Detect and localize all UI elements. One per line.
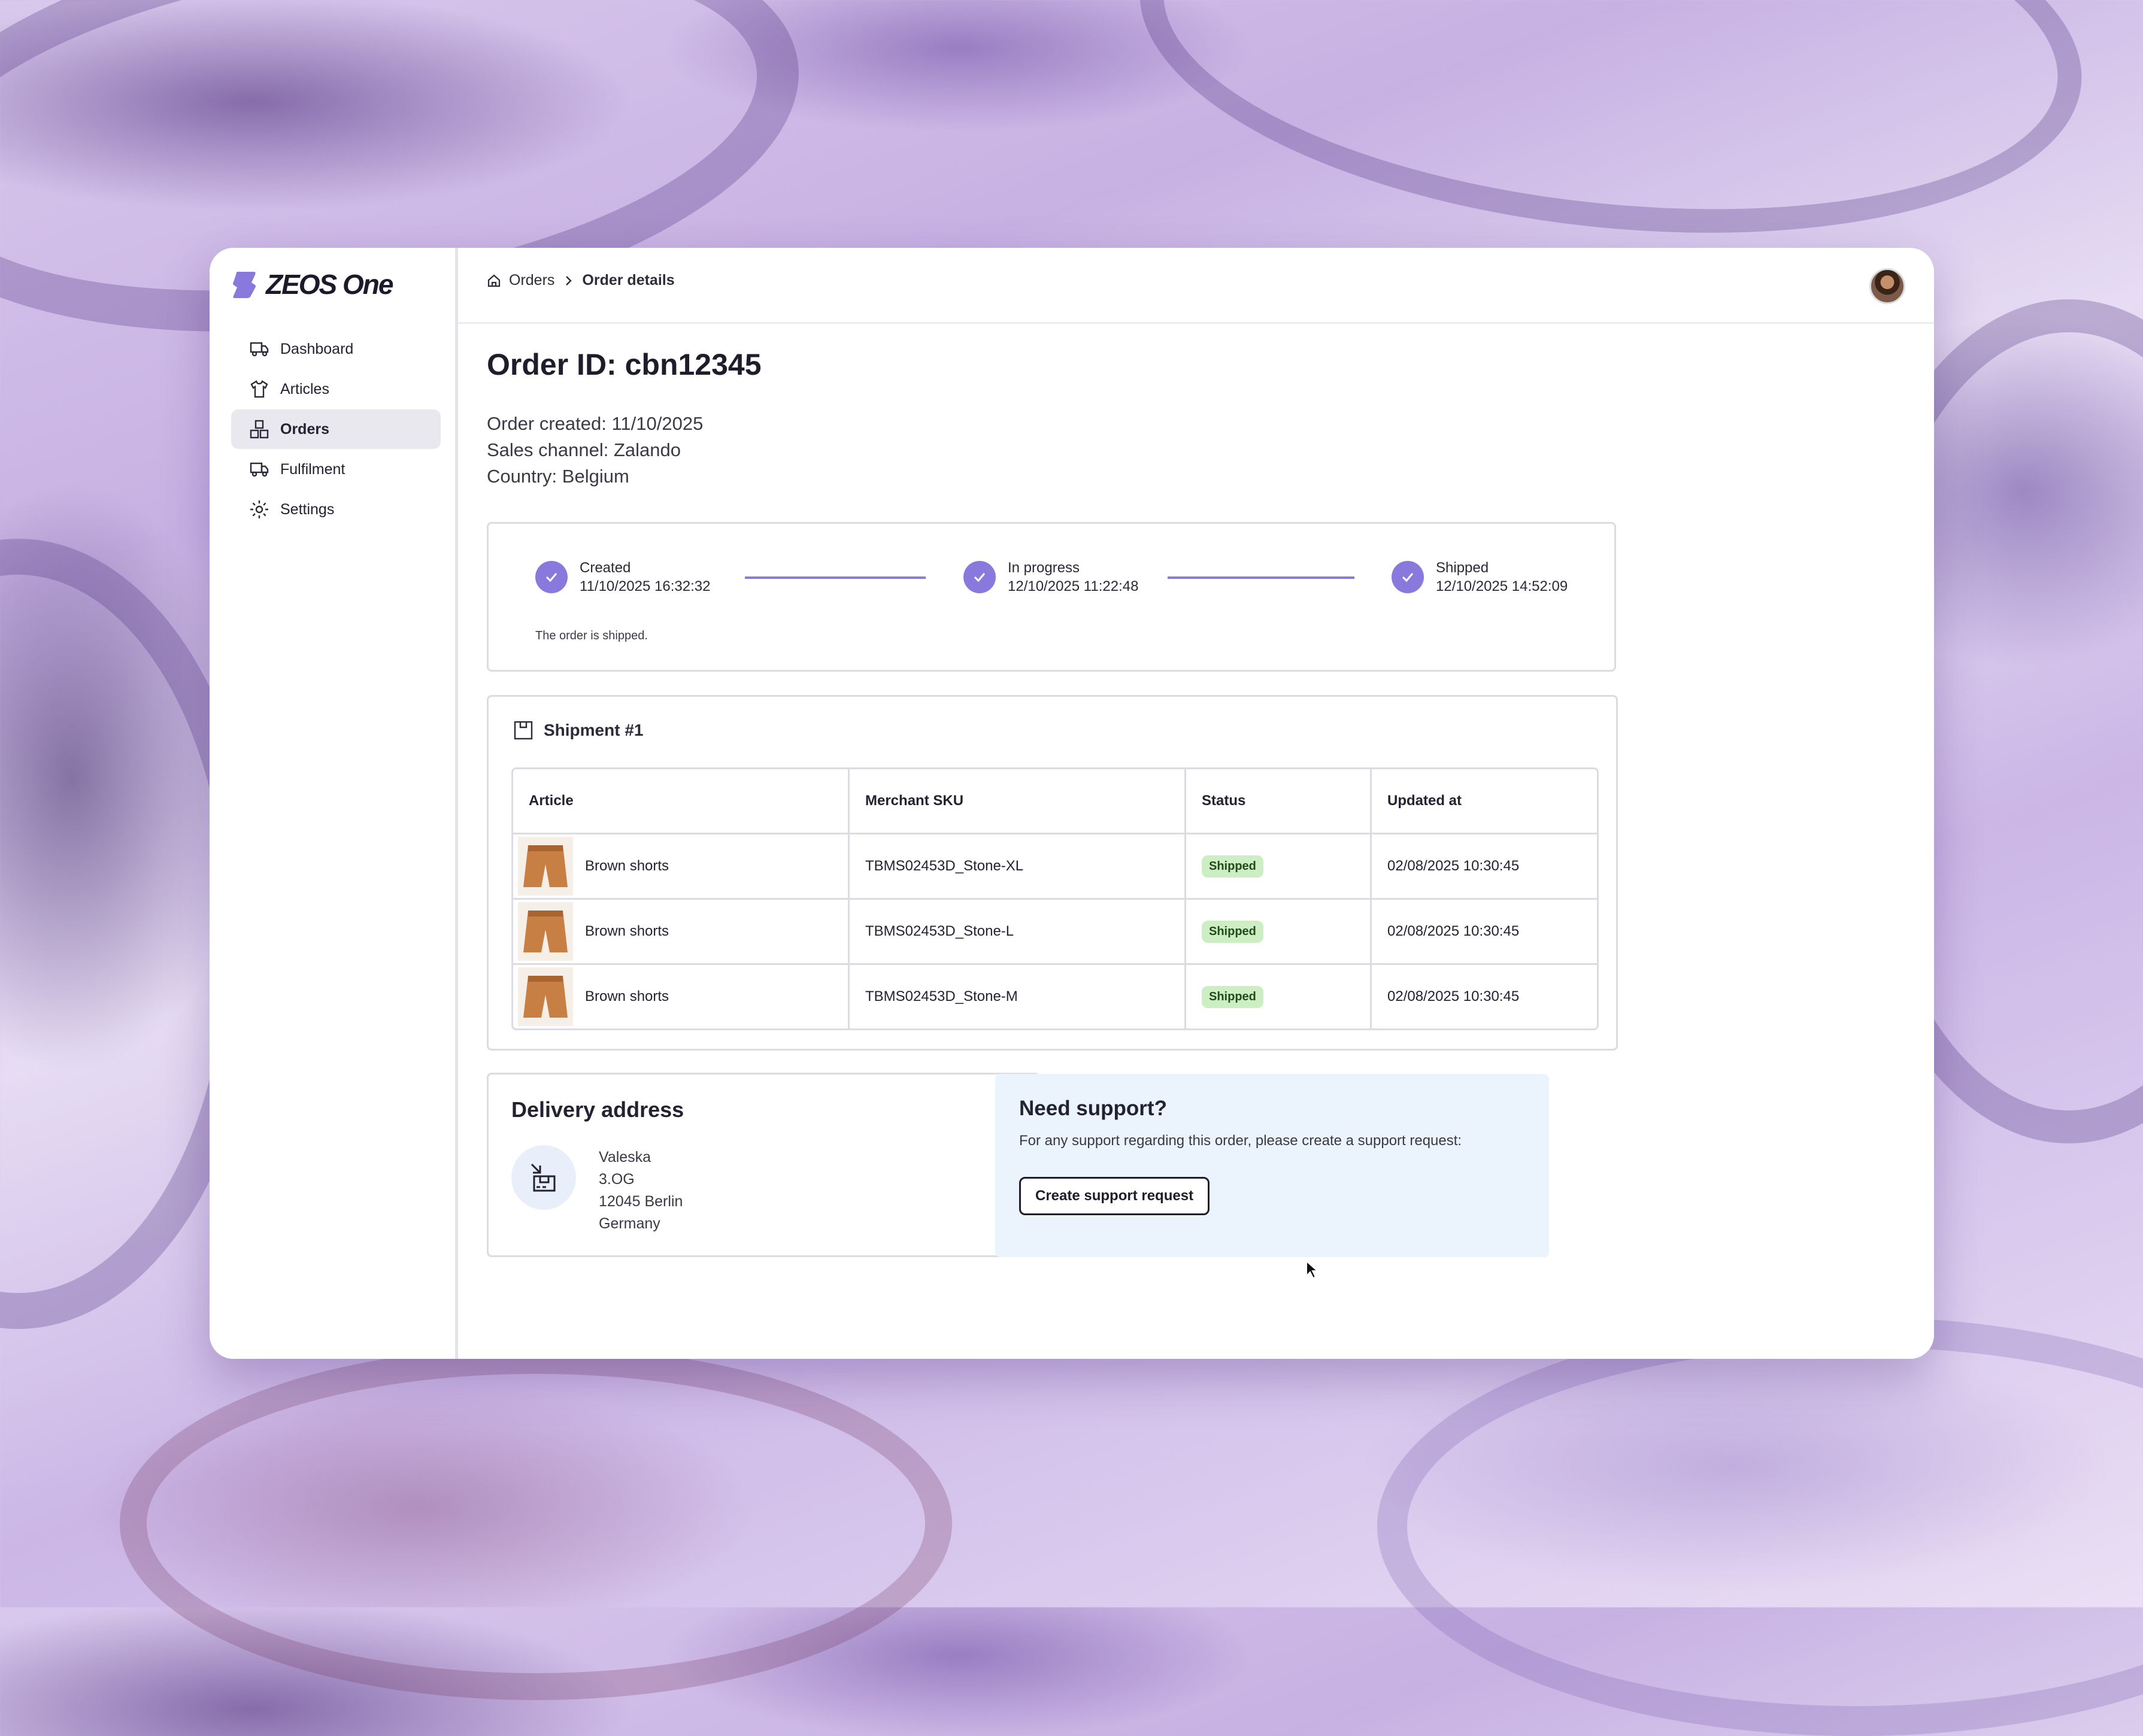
order-country: Country: Belgium (487, 466, 629, 487)
column-header-sku: Merchant SKU (848, 769, 1186, 834)
sidebar-item-label: Fulfilment (280, 460, 345, 478)
order-meta: Order created: 11/10/2025 Sales channel:… (487, 411, 703, 490)
sidebar-nav: Dashboard Articles Orders Fulfilment Set… (231, 329, 441, 530)
shipment-header: Shipment #1 (513, 720, 643, 741)
order-channel: Sales channel: Zalando (487, 439, 681, 460)
page-title: Order ID: cbn12345 (487, 348, 762, 381)
topbar: Orders Order details (458, 248, 1934, 324)
table-row[interactable]: Brown shorts TBMS02453D_Stone-L Shipped … (513, 899, 1597, 965)
sidebar-item-label: Dashboard (280, 340, 354, 357)
package-delivery-icon (511, 1145, 576, 1210)
updated-cell: 02/08/2025 10:30:45 (1371, 899, 1597, 965)
support-text: For any support regarding this order, pl… (1019, 1133, 1462, 1149)
step-label: Shipped (1436, 560, 1489, 576)
sidebar-item-label: Orders (280, 420, 329, 438)
article-name: Brown shorts (585, 923, 669, 939)
status-badge: Shipped (1202, 985, 1263, 1008)
breadcrumb-orders-link[interactable]: Orders (509, 272, 554, 289)
updated-cell: 02/08/2025 10:30:45 (1387, 988, 1520, 1004)
table-row[interactable]: Brown shorts TBMS02453D_Stone-XL Shipped… (513, 833, 1597, 900)
logo-mark-icon (233, 272, 256, 298)
sku-cell: TBMS02453D_Stone-L (848, 899, 1186, 965)
step-label: In progress (1008, 560, 1080, 576)
shirt-icon (250, 380, 268, 398)
package-icon (514, 721, 533, 740)
logo-text: ZEOS One (266, 269, 393, 300)
chevron-right-icon (566, 275, 572, 286)
truck-icon (250, 342, 269, 357)
status-badge: Shipped (1202, 920, 1263, 943)
avatar[interactable] (1869, 268, 1905, 304)
step-time: 12/10/2025 14:52:09 (1436, 578, 1568, 594)
product-thumbnail (518, 967, 573, 1026)
home-icon[interactable] (486, 273, 502, 289)
sidebar: ZEOS One Dashboard Articles Orders Fulfi… (210, 248, 458, 1359)
table-row[interactable]: Brown shorts TBMS02453D_Stone-M Shipped … (513, 964, 1597, 1028)
updated-cell: 02/08/2025 10:30:45 (1371, 833, 1597, 900)
step-connector (745, 576, 926, 579)
sidebar-item-articles[interactable]: Articles (231, 369, 441, 409)
logo[interactable]: ZEOS One (231, 268, 393, 301)
sidebar-item-dashboard[interactable]: Dashboard (231, 329, 441, 369)
check-icon (963, 561, 996, 593)
order-created: Order created: 11/10/2025 (487, 413, 704, 434)
check-icon (1392, 561, 1424, 593)
breadcrumb: Orders Order details (486, 272, 675, 289)
step-created: Created 11/10/2025 16:32:32 (535, 559, 710, 596)
breadcrumb-current: Order details (582, 272, 675, 289)
status-tracker: Created 11/10/2025 16:32:32 In progress 12… (487, 522, 1616, 672)
boxes-icon (250, 420, 269, 439)
column-header-updated: Updated at (1371, 769, 1597, 834)
shipment-title: Shipment #1 (544, 721, 644, 739)
check-icon (535, 561, 568, 593)
sidebar-item-label: Settings (280, 500, 335, 518)
step-time: 11/10/2025 16:32:32 (580, 578, 711, 594)
column-header-status: Status (1185, 769, 1372, 834)
step-in-progress: In progress 12/10/2025 11:22:48 (963, 559, 1138, 596)
delivery-address-card: Delivery address Valeska 3.OG 12045 Berl… (487, 1073, 1040, 1257)
step-label: Created (580, 560, 631, 576)
sidebar-item-fulfilment[interactable]: Fulfilment (231, 450, 441, 489)
support-card: Need support? For any support regarding … (995, 1074, 1549, 1257)
mouse-cursor-icon (1306, 1260, 1318, 1279)
sidebar-item-orders[interactable]: Orders (231, 409, 441, 449)
truck-icon (250, 462, 269, 477)
product-thumbnail (518, 902, 573, 961)
product-thumbnail (518, 837, 573, 896)
article-name: Brown shorts (585, 858, 669, 874)
address-line: 3.OG (599, 1171, 635, 1188)
article-name: Brown shorts (585, 988, 669, 1004)
app-window: ZEOS One Dashboard Articles Orders Fulfi… (210, 248, 1934, 1359)
address-line: Germany (599, 1215, 660, 1232)
step-shipped: Shipped 12/10/2025 14:52:09 (1392, 559, 1568, 596)
delivery-address: Valeska 3.OG 12045 Berlin Germany (599, 1146, 683, 1235)
status-badge: Shipped (1202, 855, 1263, 878)
column-header-article: Article (513, 769, 850, 834)
gear-icon (250, 500, 268, 518)
sidebar-item-settings[interactable]: Settings (231, 490, 441, 529)
address-line: Valeska (599, 1149, 651, 1166)
sidebar-item-label: Articles (280, 380, 329, 397)
create-support-request-button[interactable]: Create support request (1019, 1177, 1210, 1215)
shipment-table: Article Merchant SKU Status Updated at B… (511, 767, 1599, 1030)
sku-cell: TBMS02453D_Stone-M (848, 964, 1186, 1028)
address-line: 12045 Berlin (599, 1193, 683, 1210)
step-connector (1168, 576, 1354, 579)
delivery-title: Delivery address (511, 1097, 684, 1122)
tracker-note: The order is shipped. (535, 629, 648, 642)
support-title: Need support? (1019, 1097, 1167, 1120)
sku-cell: TBMS02453D_Stone-XL (848, 833, 1186, 900)
shipment-card: Shipment #1 Article Merchant SKU Status … (487, 695, 1618, 1051)
table-header-row: Article Merchant SKU Status Updated at (513, 769, 1597, 834)
step-time: 12/10/2025 11:22:48 (1008, 578, 1139, 594)
